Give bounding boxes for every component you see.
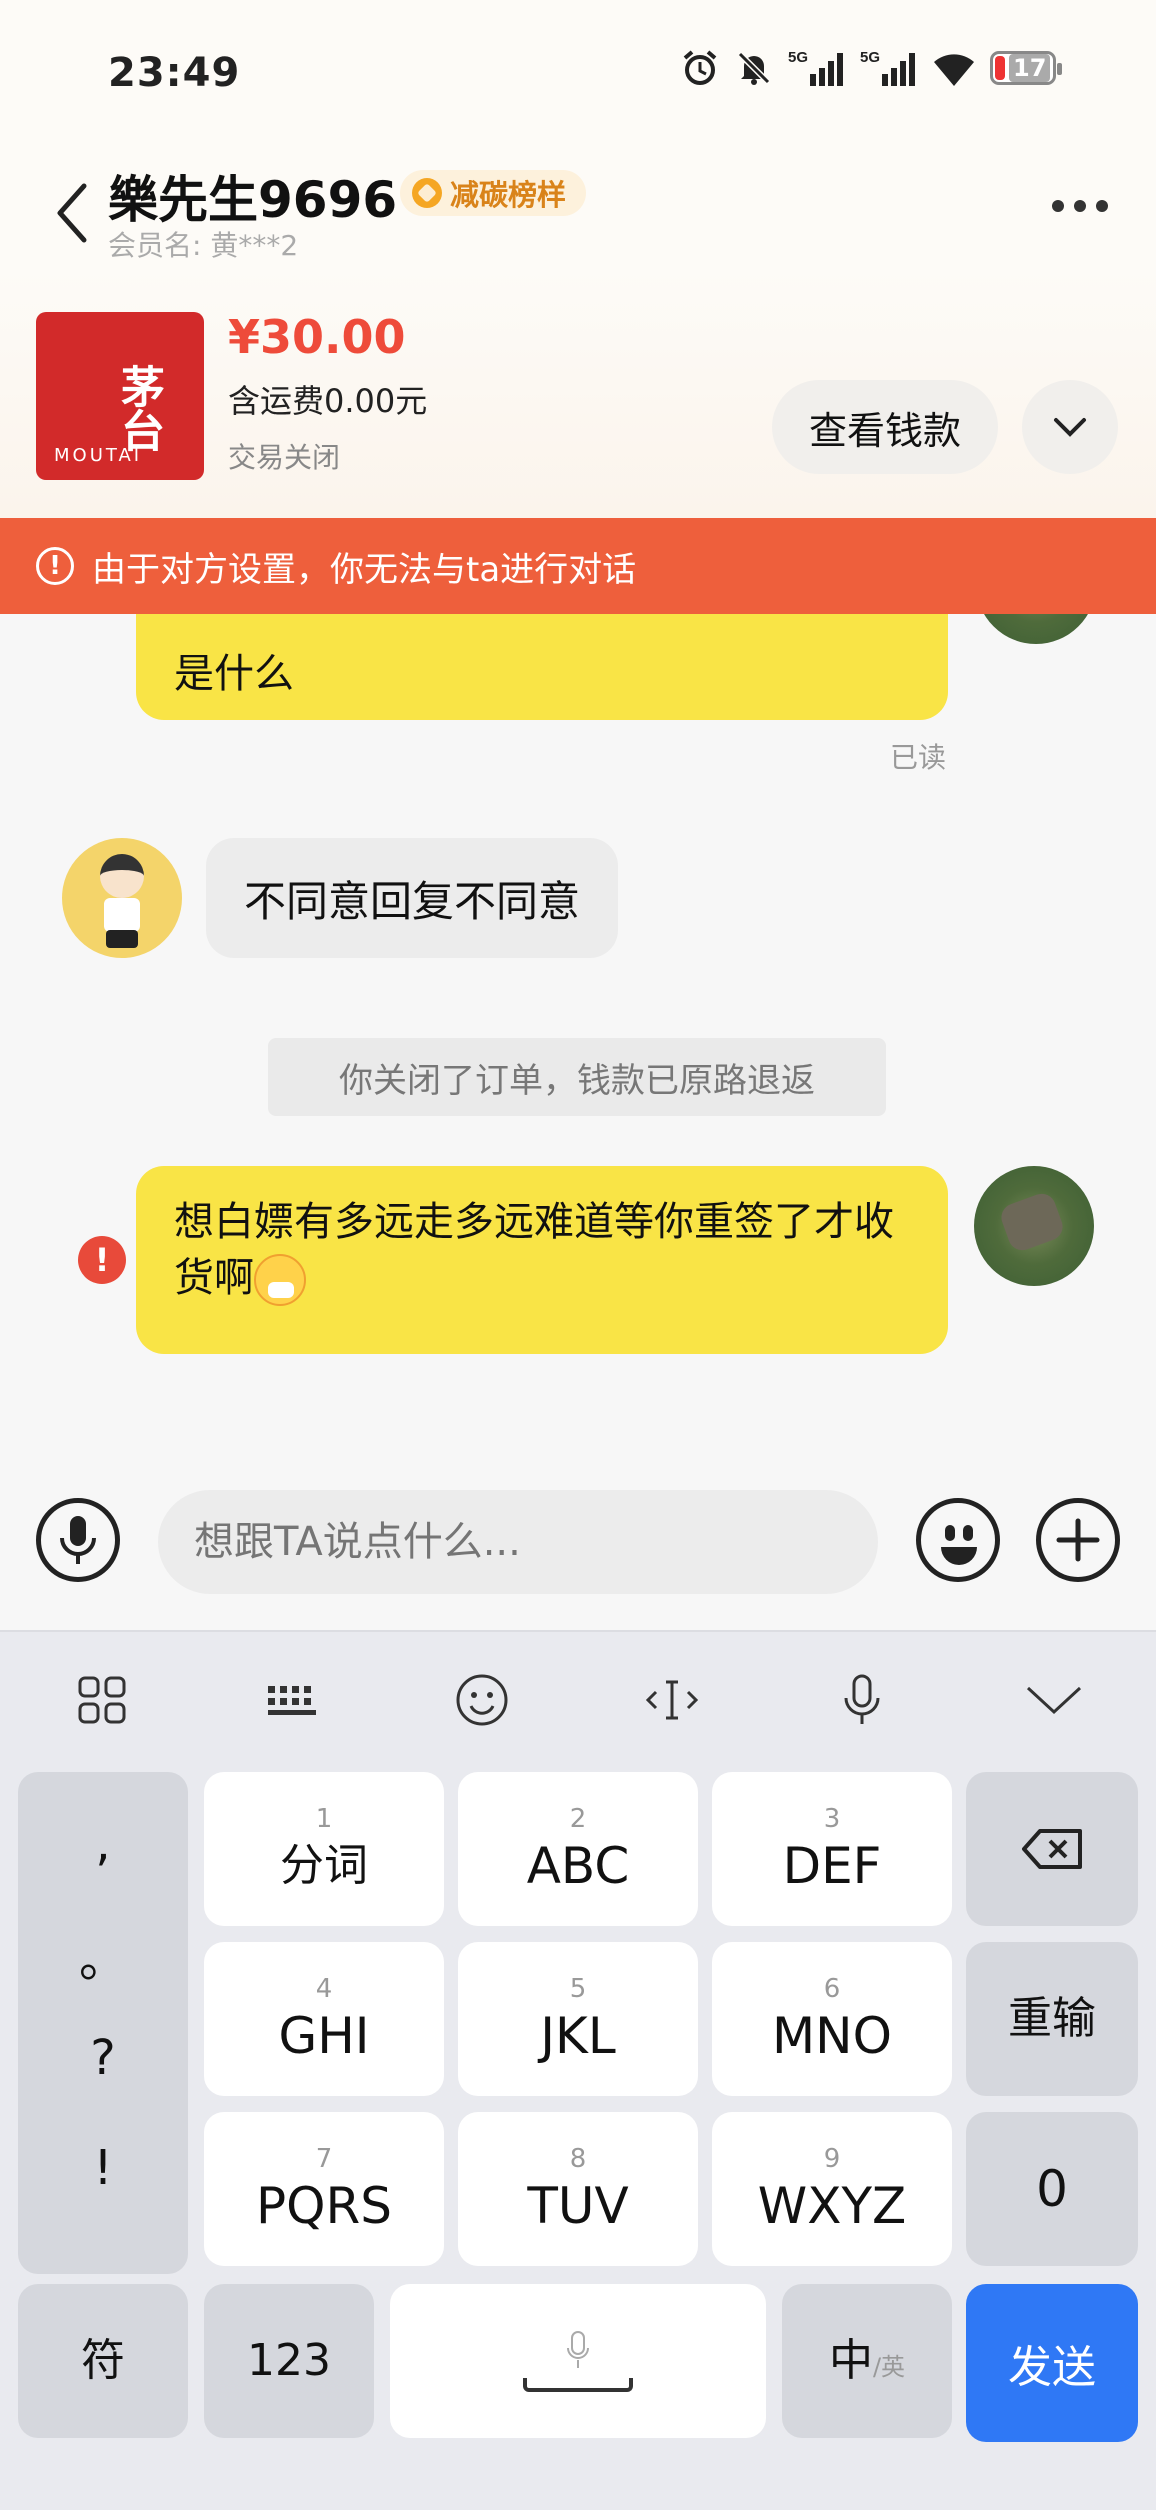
status-time: 23:49 — [108, 50, 241, 96]
expand-button[interactable] — [1022, 380, 1118, 474]
badge-icon — [412, 178, 442, 208]
voice-input-icon[interactable] — [832, 1670, 892, 1730]
microphone-icon — [60, 1516, 96, 1564]
product-thumbnail[interactable]: 茅台 MOUTAI — [36, 312, 204, 480]
svg-text:5G: 5G — [788, 49, 808, 66]
back-button[interactable] — [52, 178, 92, 248]
my-message-failed[interactable]: 想白嫖有多远走多远难道等你重签了才收货啊 — [136, 1166, 948, 1354]
wifi-icon — [932, 48, 976, 88]
product-card[interactable]: 茅台 MOUTAI ¥30.00 含运费0.00元 交易关闭 查看钱款 — [0, 270, 1156, 518]
my-avatar[interactable] — [974, 1166, 1094, 1286]
space-key[interactable] — [390, 2284, 766, 2438]
more-dot-icon — [1052, 200, 1064, 212]
zero-key[interactable]: 0 — [966, 2112, 1138, 2266]
seller-message[interactable]: 不同意回复不同意 — [206, 838, 619, 958]
key-3[interactable]: 3 DEF — [712, 1772, 952, 1926]
chevron-down-icon — [1054, 418, 1086, 437]
keyboard-layout-icon[interactable] — [262, 1670, 322, 1730]
mute-bell-icon — [734, 48, 774, 88]
key-2[interactable]: 2 ABC — [458, 1772, 698, 1926]
emoji-mask-face-icon — [254, 1254, 306, 1306]
read-receipt: 已读 — [890, 741, 947, 774]
voice-button[interactable] — [36, 1498, 120, 1582]
retype-key[interactable]: 重输 — [966, 1942, 1138, 2096]
system-message: 你关闭了订单，钱款已原路退返 — [268, 1038, 886, 1116]
punctuation-column[interactable]: , 。 ? ! — [18, 1772, 188, 2274]
shop-name[interactable]: 樂先生9696 — [108, 160, 397, 232]
seller-avatar[interactable] — [62, 838, 182, 958]
alarm-icon — [680, 48, 720, 88]
signal-5g-icon-2: 5G — [860, 48, 918, 88]
my-avatar[interactable] — [976, 614, 1096, 644]
warning-icon: ! — [36, 547, 74, 585]
punct-comma[interactable]: , — [18, 1816, 188, 1872]
key-7[interactable]: 7 PQRS — [204, 2112, 444, 2266]
message-input[interactable] — [158, 1490, 878, 1594]
punct-question[interactable]: ? — [18, 2030, 188, 2086]
collapse-keyboard-icon[interactable] — [1024, 1670, 1084, 1730]
status-icons: 5G 5G 17 — [680, 48, 1062, 88]
language-switch-key[interactable]: 中/英 — [782, 2284, 952, 2438]
plus-icon — [1056, 1518, 1100, 1562]
chat-area[interactable]: 是什么 已读 不同意回复不同意 你关闭了订单，钱款已原路退返 ! 想白嫖有多远走… — [0, 614, 1156, 1474]
member-name: 会员名: 黄***2 — [108, 229, 299, 262]
key-5[interactable]: 5 JKL — [458, 1942, 698, 2096]
chat-header: 樂先生9696 减碳榜样 会员名: 黄***2 — [0, 150, 1156, 270]
battery-icon: 17 — [990, 51, 1062, 85]
key-4[interactable]: 4 GHI — [204, 1942, 444, 2096]
emoji-button[interactable] — [916, 1498, 1000, 1582]
trade-status: 交易关闭 — [228, 441, 341, 474]
key-9[interactable]: 9 WXYZ — [712, 2112, 952, 2266]
input-bar — [0, 1474, 1156, 1630]
send-button[interactable]: 发送 — [966, 2284, 1138, 2442]
send-failed-icon[interactable]: ! — [78, 1236, 126, 1284]
backspace-key[interactable] — [966, 1772, 1138, 1926]
status-bar: 23:49 5G 5G 17 — [0, 0, 1156, 150]
more-options-button[interactable] — [1052, 200, 1108, 212]
my-message[interactable]: 是什么 — [136, 614, 948, 720]
key-1[interactable]: 1 分词 — [204, 1772, 444, 1926]
punct-period[interactable]: 。 — [18, 1920, 188, 1990]
emoji-keyboard-icon[interactable] — [452, 1670, 512, 1730]
shipping-text: 含运费0.00元 — [228, 382, 428, 420]
punct-exclaim[interactable]: ! — [18, 2140, 188, 2196]
plus-button[interactable] — [1036, 1498, 1120, 1582]
svg-text:5G: 5G — [860, 49, 880, 66]
apps-grid-icon[interactable] — [72, 1670, 132, 1730]
numbers-key[interactable]: 123 — [204, 2284, 374, 2438]
key-8[interactable]: 8 TUV — [458, 2112, 698, 2266]
chevron-left-icon — [57, 183, 87, 243]
carbon-badge[interactable]: 减碳榜样 — [400, 170, 587, 216]
signal-5g-icon-1: 5G — [788, 48, 846, 88]
backspace-icon — [1022, 1829, 1082, 1869]
cursor-icon[interactable] — [642, 1670, 702, 1730]
key-6[interactable]: 6 MNO — [712, 1942, 952, 2096]
keyboard: , 。 ? ! 1 分词 2 ABC 3 DEF 4 GHI 5 JKL 6 MNO 重输 … — [0, 1630, 1156, 2510]
blocked-notice: ! 由于对方设置，你无法与ta进行对话 — [0, 518, 1156, 614]
symbols-key[interactable]: 符 — [18, 2284, 188, 2438]
view-payment-button[interactable]: 查看钱款 — [772, 380, 998, 474]
space-mic-icon — [567, 2331, 589, 2368]
product-price: ¥30.00 — [228, 310, 406, 364]
